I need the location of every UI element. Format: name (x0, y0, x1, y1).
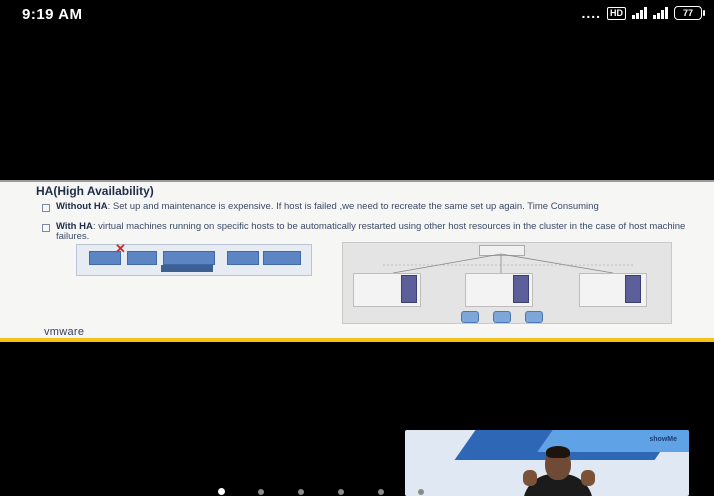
datastore-icon (493, 311, 511, 323)
battery-icon: 77 (674, 6, 705, 20)
presenter-video[interactable]: showMe (405, 430, 689, 496)
vmware-logo: vmware (44, 326, 85, 338)
bullet-box-icon (42, 204, 50, 212)
with-ha-diagram (342, 242, 672, 324)
host-block (227, 251, 259, 265)
status-bar: 9:19 AM .... HD 77 (0, 0, 714, 26)
vm-icon (401, 275, 417, 303)
host-block (263, 251, 301, 265)
bullet-without-ha: Without HA: Set up and maintenance is ex… (42, 201, 696, 212)
bullet-text: : Set up and maintenance is expensive. I… (107, 201, 599, 212)
bullet-with-ha: With HA: virtual machines running on spe… (42, 221, 696, 242)
vm-icon (625, 275, 641, 303)
page-dot[interactable] (298, 489, 304, 495)
page-dot[interactable] (338, 489, 344, 495)
datastore-icon (461, 311, 479, 323)
page-dot[interactable] (378, 489, 384, 495)
network-activity-icon: .... (581, 5, 601, 21)
page-indicator[interactable] (0, 488, 714, 496)
presentation-slide: HA(High Availability) Without HA: Set up… (0, 180, 714, 342)
bullet-box-icon (42, 224, 50, 232)
presenter-brand-logo: showMe (649, 436, 677, 443)
signal-strength-icon (632, 7, 647, 19)
datastore-icon (525, 311, 543, 323)
presenter-hand (581, 470, 595, 486)
page-dot-active[interactable] (218, 488, 225, 495)
host-block (163, 251, 215, 265)
storage-block (161, 265, 213, 272)
status-time: 9:19 AM (22, 6, 83, 23)
presenter-hair (546, 446, 570, 458)
presenter-hand (523, 470, 537, 486)
page-dot[interactable] (418, 489, 424, 495)
slide-title: HA(High Availability) (36, 184, 154, 198)
without-ha-diagram: ✕ (76, 241, 312, 276)
host-block (127, 251, 157, 265)
slide-divider (0, 180, 714, 182)
bullet-text: : virtual machines running on specific h… (56, 221, 686, 242)
status-icons: .... HD 77 (581, 5, 705, 21)
bullet-label: Without HA (56, 201, 108, 212)
video-screen: 9:19 AM .... HD 77 HA(High Availability)… (0, 0, 714, 496)
signal-strength-icon (653, 7, 668, 19)
page-dot[interactable] (258, 489, 264, 495)
failure-x-icon: ✕ (115, 241, 126, 256)
slide-accent-bar (0, 338, 714, 342)
hd-voice-icon: HD (607, 6, 626, 20)
vm-icon (513, 275, 529, 303)
